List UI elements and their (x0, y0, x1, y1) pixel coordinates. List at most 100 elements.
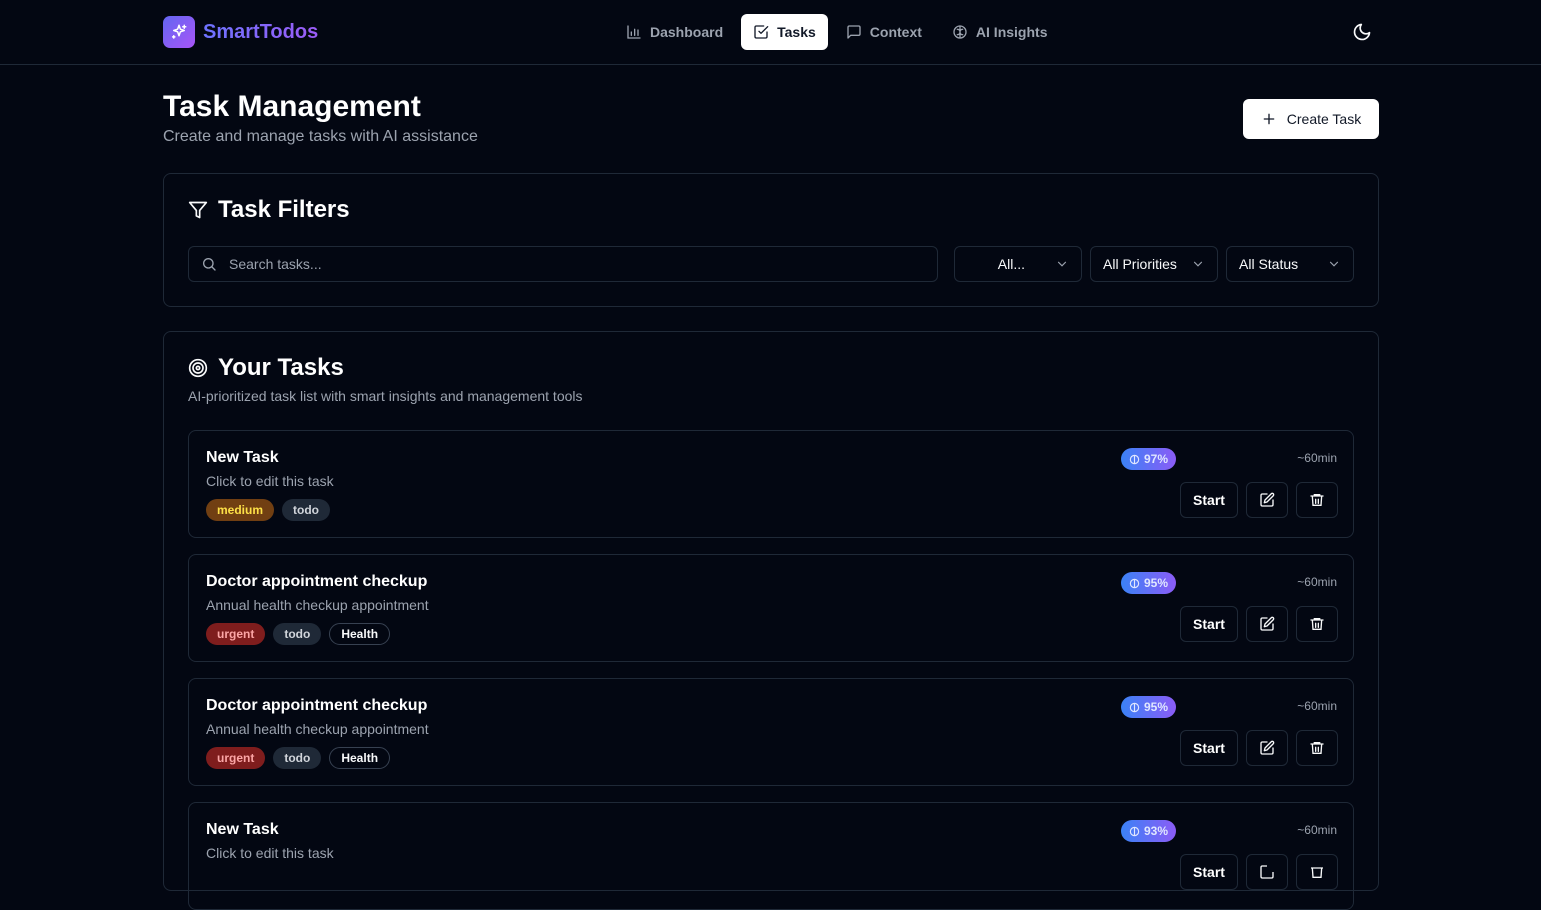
sparkles-icon (163, 16, 195, 48)
delete-button[interactable] (1296, 854, 1338, 890)
nav-ai-insights[interactable]: AI Insights (940, 14, 1060, 50)
nav-context[interactable]: Context (834, 14, 934, 50)
priority-badge: medium (206, 499, 275, 521)
brain-icon (1129, 702, 1140, 713)
priority-select[interactable]: All Priorities (1090, 246, 1218, 282)
chevron-down-icon (1191, 257, 1205, 271)
delete-button[interactable] (1296, 730, 1338, 766)
create-task-button[interactable]: Create Task (1243, 99, 1379, 139)
task-tags: urgent todo Health (206, 747, 391, 769)
bar-chart-icon (626, 24, 642, 40)
ai-score-value: 97% (1144, 452, 1169, 466)
start-button[interactable]: Start (1180, 730, 1238, 766)
priority-select-value: All Priorities (1103, 256, 1177, 272)
task-item[interactable]: New Task Click to edit this task 93% ~60… (188, 802, 1354, 910)
edit-button[interactable] (1246, 730, 1288, 766)
chevron-down-icon (1055, 257, 1069, 271)
edit-icon (1259, 740, 1275, 756)
start-button[interactable]: Start (1180, 482, 1238, 518)
brain-icon (1129, 578, 1140, 589)
nav-tasks[interactable]: Tasks (741, 14, 828, 50)
trash-icon (1309, 740, 1325, 756)
top-navbar: SmartTodos Dashboard Tasks Context AI In… (0, 0, 1541, 65)
brain-icon (1129, 454, 1140, 465)
filters-title: Task Filters (188, 196, 350, 224)
search-input[interactable]: Search tasks... (188, 246, 938, 282)
status-badge: todo (273, 747, 322, 769)
status-select[interactable]: All Status (1226, 246, 1354, 282)
brain-icon (1129, 826, 1140, 837)
message-square-icon (846, 24, 862, 40)
task-item[interactable]: Doctor appointment checkup Annual health… (188, 678, 1354, 786)
task-duration: ~60min (1297, 699, 1337, 713)
ai-score-badge: 95% (1121, 572, 1177, 594)
edit-icon (1259, 616, 1275, 632)
target-icon (188, 358, 208, 378)
start-button[interactable]: Start (1180, 606, 1238, 642)
task-duration: ~60min (1297, 451, 1337, 465)
task-tags: medium todo (206, 499, 331, 521)
task-title[interactable]: Doctor appointment checkup (206, 573, 427, 591)
search-icon (201, 256, 217, 272)
task-item[interactable]: New Task Click to edit this task medium … (188, 430, 1354, 538)
ai-score-value: 95% (1144, 576, 1169, 590)
task-title[interactable]: New Task (206, 821, 279, 839)
task-duration: ~60min (1297, 823, 1337, 837)
tasks-description: AI-prioritized task list with smart insi… (188, 388, 583, 404)
status-badge: todo (282, 499, 331, 521)
brand[interactable]: SmartTodos (163, 16, 318, 48)
brand-name: SmartTodos (203, 20, 319, 43)
status-badge: todo (273, 623, 322, 645)
search-placeholder: Search tasks... (229, 256, 322, 272)
tasks-title: Your Tasks (188, 354, 344, 382)
tasks-card: Your Tasks AI-prioritized task list with… (163, 331, 1379, 910)
category-badge: Health (329, 623, 391, 645)
trash-icon (1309, 616, 1325, 632)
page-title: Task Management (163, 90, 421, 123)
filter-icon (188, 200, 208, 220)
tasks-title-text: Your Tasks (218, 354, 344, 381)
category-badge: Health (329, 747, 391, 769)
main-nav: Dashboard Tasks Context AI Insights (614, 14, 1059, 50)
edit-icon (1259, 492, 1275, 508)
filters-title-text: Task Filters (218, 196, 350, 223)
task-tags: urgent todo Health (206, 623, 391, 645)
delete-button[interactable] (1296, 606, 1338, 642)
create-task-label: Create Task (1286, 111, 1362, 127)
ai-score-badge: 95% (1121, 696, 1177, 718)
category-select[interactable]: All... (954, 246, 1082, 282)
task-description: Annual health checkup appointment (206, 597, 429, 613)
nav-dashboard-label: Dashboard (650, 24, 724, 40)
priority-badge: urgent (206, 623, 266, 645)
nav-tasks-label: Tasks (777, 24, 816, 40)
edit-button[interactable] (1246, 482, 1288, 518)
task-title[interactable]: Doctor appointment checkup (206, 697, 427, 715)
edit-button[interactable] (1246, 606, 1288, 642)
nav-context-label: Context (869, 24, 922, 40)
task-item[interactable]: Doctor appointment checkup Annual health… (188, 554, 1354, 662)
page-subtitle: Create and manage tasks with AI assistan… (163, 128, 478, 145)
edit-button[interactable] (1246, 854, 1288, 890)
category-select-value: All... (997, 256, 1025, 272)
task-duration: ~60min (1297, 575, 1337, 589)
moon-icon[interactable] (1352, 22, 1372, 42)
nav-dashboard[interactable]: Dashboard (614, 14, 735, 50)
task-description: Annual health checkup appointment (206, 721, 429, 737)
start-button[interactable]: Start (1180, 854, 1238, 890)
status-select-value: All Status (1239, 256, 1299, 272)
ai-score-value: 93% (1144, 824, 1169, 838)
chevron-down-icon (1327, 257, 1341, 271)
delete-button[interactable] (1296, 482, 1338, 518)
brain-icon (952, 24, 968, 40)
filters-card: Task Filters Search tasks... All... All … (163, 173, 1379, 307)
plus-icon (1261, 111, 1277, 127)
trash-icon (1309, 492, 1325, 508)
edit-icon (1259, 864, 1275, 880)
task-description: Click to edit this task (206, 473, 334, 489)
check-square-icon (753, 24, 769, 40)
trash-icon (1309, 864, 1325, 880)
ai-score-value: 95% (1144, 700, 1169, 714)
ai-score-badge: 97% (1121, 448, 1177, 470)
task-title[interactable]: New Task (206, 449, 279, 467)
ai-score-badge: 93% (1121, 820, 1177, 842)
